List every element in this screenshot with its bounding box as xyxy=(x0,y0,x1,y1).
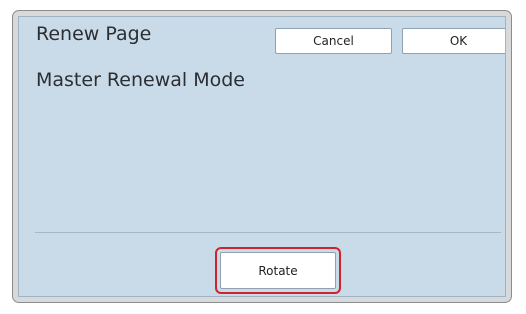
mode-label: Master Renewal Mode xyxy=(36,69,245,91)
rotate-button[interactable]: Rotate xyxy=(220,252,336,289)
device-bezel: Renew Page Cancel OK Master Renewal Mode… xyxy=(12,10,512,303)
divider xyxy=(35,232,501,233)
renew-page-dialog: Renew Page Cancel OK Master Renewal Mode… xyxy=(18,16,506,297)
cancel-button[interactable]: Cancel xyxy=(275,28,392,54)
rotate-button-highlight: Rotate xyxy=(215,247,341,294)
ok-button[interactable]: OK xyxy=(402,28,505,54)
dialog-title: Renew Page xyxy=(36,23,152,45)
